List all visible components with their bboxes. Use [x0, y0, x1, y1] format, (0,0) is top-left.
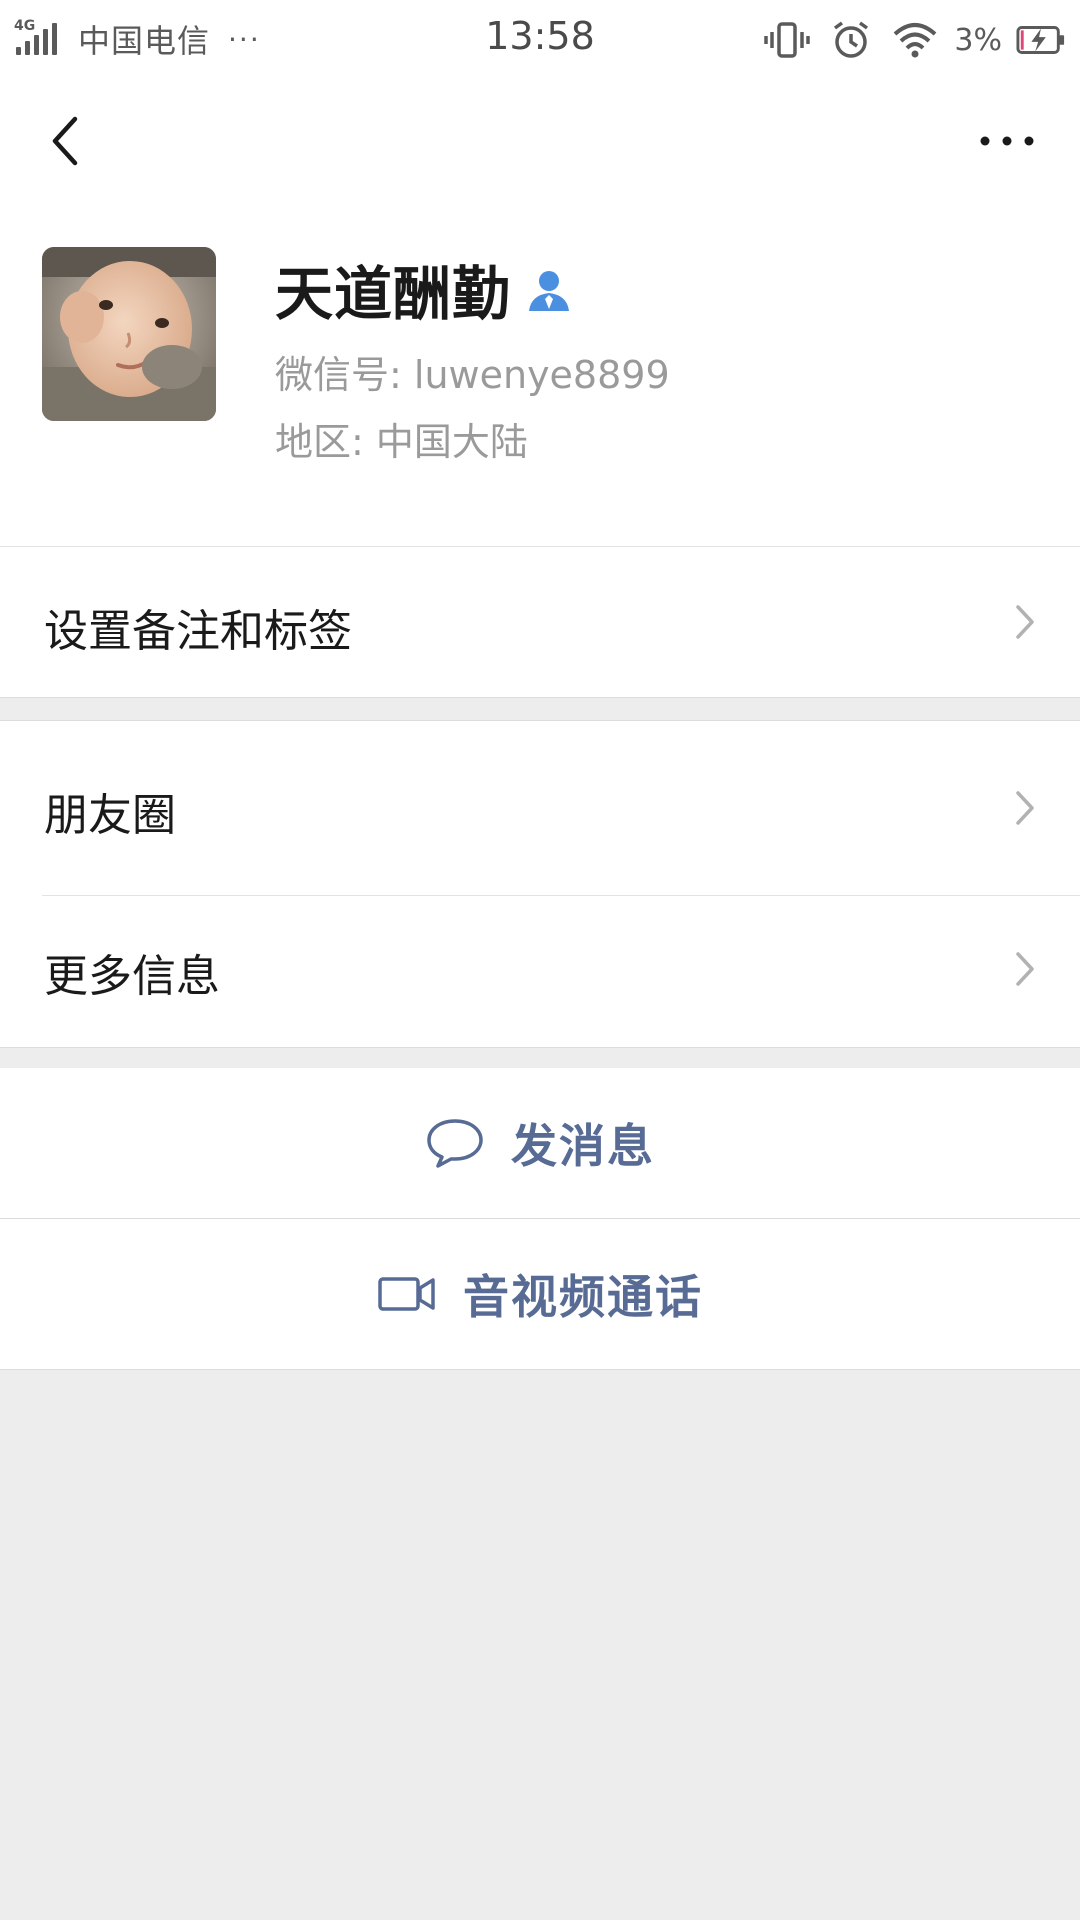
info-group: 朋友圈 更多信息: [0, 720, 1080, 1048]
video-call-button[interactable]: 音视频通话: [0, 1219, 1080, 1370]
status-right: 3%: [762, 14, 1066, 66]
back-button[interactable]: [30, 106, 100, 176]
video-call-label: 音视频通话: [463, 1270, 703, 1324]
moments-label: 朋友圈: [44, 790, 176, 841]
wechat-id: 微信号: luwenye8899: [275, 353, 670, 397]
more-dots-icon: [980, 136, 1034, 146]
profile-header: 天道酬勤 微信号: luwenye8899 地区: 中国大陆: [0, 204, 1080, 547]
moments-cell[interactable]: 朋友圈: [0, 721, 1080, 895]
send-message-label: 发消息: [511, 1119, 655, 1173]
set-remark-tags-label: 设置备注和标签: [44, 606, 352, 657]
more-info-label: 更多信息: [44, 951, 220, 1002]
male-user-icon: [525, 265, 573, 313]
vibrate-icon: [762, 17, 812, 63]
more-options-button[interactable]: [962, 106, 1052, 176]
navigation-bar: [0, 78, 1080, 204]
send-message-button[interactable]: 发消息: [0, 1068, 1080, 1219]
wifi-icon: [890, 17, 940, 63]
name-row: 天道酬勤: [275, 249, 573, 329]
video-camera-icon: [377, 1268, 437, 1320]
battery-percent: 3%: [954, 22, 1002, 58]
region: 地区: 中国大陆: [275, 420, 528, 464]
status-bar: 4G 中国电信 ··· 13:58 3%: [0, 0, 1080, 78]
more-info-cell[interactable]: 更多信息: [0, 896, 1080, 1047]
alarm-icon: [826, 17, 876, 63]
chat-bubble-icon: [425, 1117, 485, 1169]
chevron-right-icon: [1016, 605, 1034, 639]
chevron-right-icon: [1016, 952, 1034, 986]
back-chevron-icon: [52, 116, 78, 166]
contact-profile-screen: 4G 中国电信 ··· 13:58 3% 天道酬勤 微信号: luwenye88…: [0, 0, 1080, 1920]
avatar[interactable]: [42, 247, 216, 421]
battery-charging-icon: [1016, 17, 1066, 63]
chevron-right-icon: [1016, 791, 1034, 825]
set-remark-tags-cell[interactable]: 设置备注和标签: [0, 547, 1080, 698]
contact-name: 天道酬勤: [275, 260, 512, 328]
